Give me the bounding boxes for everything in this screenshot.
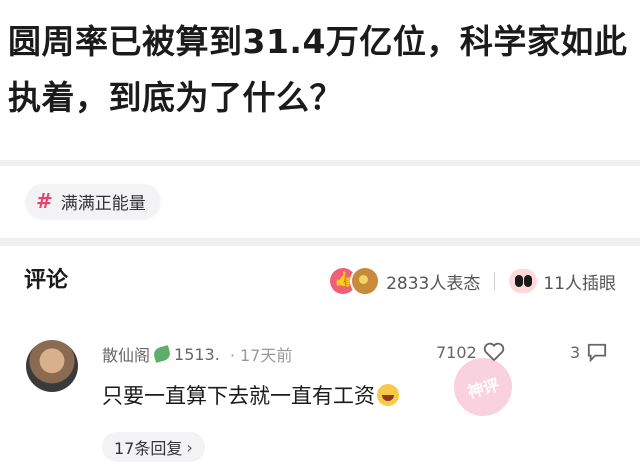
avatar[interactable] xyxy=(26,340,78,392)
comment-meta: 散仙阁 1513. · 17天前 xyxy=(102,342,292,366)
chevron-right-icon: › xyxy=(186,437,193,457)
username[interactable]: 散仙阁 xyxy=(102,342,150,366)
view-replies-button[interactable]: 17条回复 › xyxy=(102,432,205,462)
top-comment-stamp: 神评 xyxy=(447,351,519,423)
reply-button[interactable]: 3 xyxy=(570,342,608,362)
comments-section: 评论 2833人表态 11人插眼 散仙阁 1513. · 17天前 7102 3 xyxy=(0,246,640,466)
reactions-summary[interactable]: 2833人表态 11人插眼 xyxy=(330,266,616,296)
comment-item: 散仙阁 1513. · 17天前 7102 3 只要一直算下去就一直有工资 神评… xyxy=(0,322,640,462)
comment-time: · 17天前 xyxy=(229,346,293,365)
view-replies-label: 17条回复 xyxy=(114,439,183,458)
reply-count: 3 xyxy=(570,342,581,362)
comments-title: 评论 xyxy=(24,268,69,293)
leaf-icon xyxy=(152,345,172,363)
comments-header: 评论 2833人表态 11人插眼 xyxy=(0,246,640,312)
eyes-icon xyxy=(509,269,538,293)
illustrations-count[interactable]: 11人插眼 xyxy=(543,269,616,294)
comment-text: 只要一直算下去就一直有工资 xyxy=(102,380,399,410)
user-level: 1513. xyxy=(174,344,220,364)
like-count: 7102 xyxy=(436,342,477,362)
comment-icon xyxy=(588,343,607,362)
topic-row: # 满满正能量 xyxy=(0,166,640,238)
topic-tag-label: 满满正能量 xyxy=(60,193,146,214)
comment-body: 只要一直算下去就一直有工资 xyxy=(102,384,375,408)
hash-icon: # xyxy=(36,189,53,213)
reactions-count: 2833人表态 xyxy=(386,273,481,294)
like-button[interactable]: 7102 xyxy=(436,342,505,362)
laugh-emoji-icon xyxy=(377,384,399,406)
topic-tag[interactable]: # 满满正能量 xyxy=(26,184,160,218)
article-title: 圆周率已被算到31.4万亿位，科学家如此执着，到底为了什么？ xyxy=(8,22,628,117)
reaction-emoji-icon xyxy=(350,266,381,296)
divider xyxy=(494,272,496,290)
article-header: 圆周率已被算到31.4万亿位，科学家如此执着，到底为了什么？ xyxy=(0,0,640,160)
